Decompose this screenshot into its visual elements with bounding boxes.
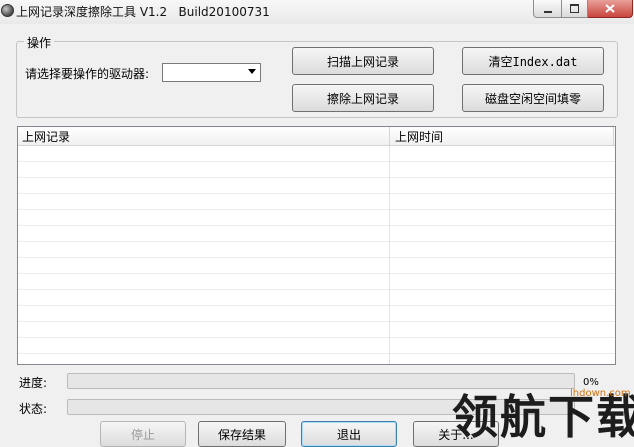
drive-select[interactable] [162, 63, 261, 82]
maximize-button[interactable] [562, 0, 588, 18]
title-bar[interactable]: 上网记录深度擦除工具 V1.2 Build20100731 [0, 0, 634, 24]
stop-button[interactable]: 停止 [100, 421, 186, 447]
app-icon[interactable] [1, 4, 14, 17]
scan-records-button[interactable]: 扫描上网记录 [292, 47, 434, 75]
column-header-time[interactable]: 上网时间 [391, 128, 615, 145]
records-list[interactable]: 上网记录 上网时间 [17, 126, 616, 365]
chevron-down-icon[interactable] [245, 65, 259, 78]
operations-legend: 操作 [24, 34, 55, 51]
column-divider-end [613, 127, 614, 145]
list-header: 上网记录 上网时间 [18, 127, 615, 146]
status-label: 状态: [19, 402, 48, 416]
list-body[interactable] [18, 146, 615, 364]
column-header-record[interactable]: 上网记录 [18, 128, 387, 145]
erase-records-button[interactable]: 擦除上网记录 [292, 84, 434, 112]
window-title: 上网记录深度擦除工具 V1.2 Build20100731 [16, 5, 270, 19]
maximize-icon [570, 4, 579, 13]
drive-label: 请选择要操作的驱动器: [25, 67, 150, 81]
watermark-url: lhdown.com [570, 388, 631, 399]
save-results-button[interactable]: 保存结果 [198, 421, 286, 447]
minimize-button[interactable] [533, 0, 562, 18]
progress-label: 进度: [19, 376, 48, 390]
fill-free-space-button[interactable]: 磁盘空闲空间填零 [462, 84, 604, 112]
column-gridline [389, 146, 390, 364]
close-icon [605, 4, 615, 13]
close-button[interactable] [588, 0, 633, 18]
exit-button[interactable]: 退出 [301, 421, 397, 447]
column-divider[interactable] [389, 127, 390, 145]
minimize-icon [543, 10, 552, 13]
window-controls [533, 0, 633, 18]
clear-index-dat-button[interactable]: 清空Index.dat [462, 47, 604, 75]
